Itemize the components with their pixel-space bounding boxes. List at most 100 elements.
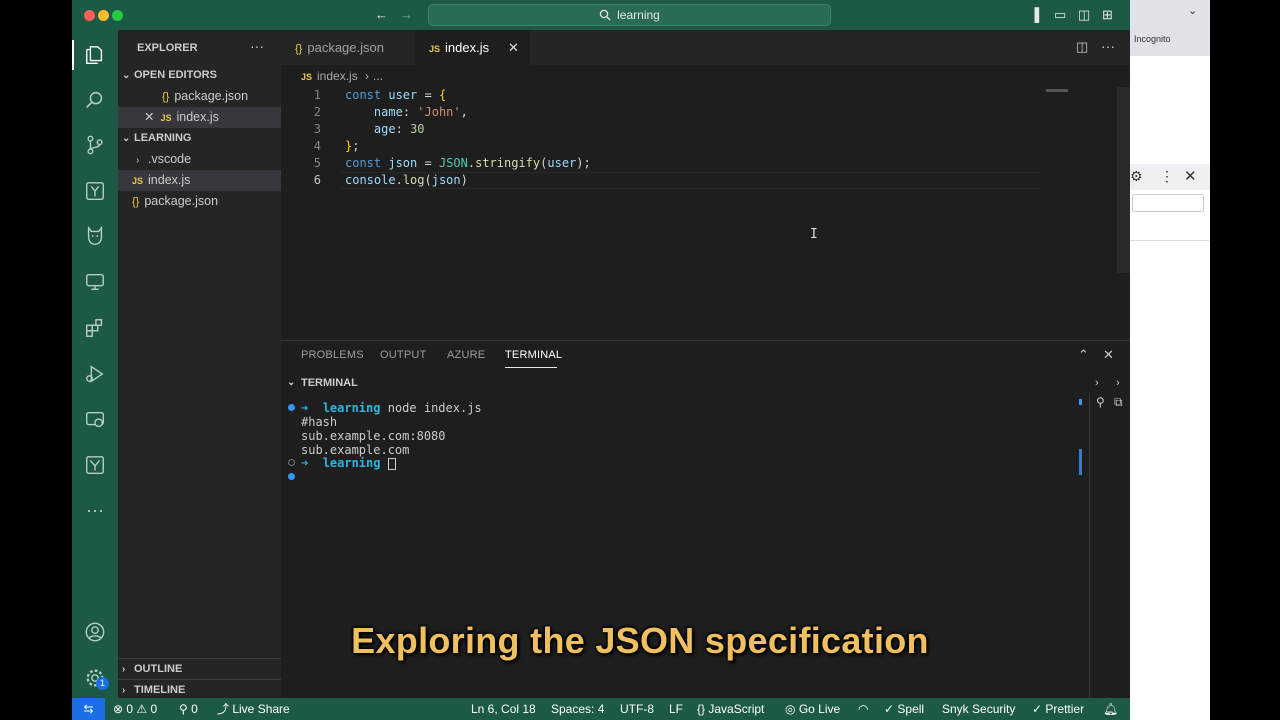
chevron-right-icon: ›	[122, 664, 126, 675]
tab-package-json[interactable]: {} package.json	[281, 30, 415, 65]
line-number: 1	[313, 88, 321, 102]
browser-input[interactable]	[1132, 194, 1204, 212]
browser-toolbar: ⌄ Incognito	[1130, 0, 1210, 56]
minimap[interactable]	[1046, 89, 1068, 92]
run-debug-icon[interactable]	[83, 362, 107, 386]
minimize-window-button[interactable]	[98, 10, 109, 21]
maximize-window-button[interactable]	[112, 10, 123, 21]
close-tab-icon[interactable]: ✕	[508, 30, 519, 65]
more-icon[interactable]: ···	[83, 498, 107, 522]
active-tab-underline	[505, 367, 557, 368]
vscode-window: ← → learning ▐ ▭ ◫ ⊞ ··· 1 EXPLORER ··· …	[72, 0, 1130, 720]
terminal-icon[interactable]: ⚲	[1096, 395, 1105, 409]
loading-icon: ◠	[858, 702, 869, 716]
open-editor-item-package-json[interactable]: {} package.json	[118, 86, 281, 107]
video-subtitle: Exploring the JSON specification	[351, 620, 929, 661]
tree-item-vscode[interactable]: › .vscode	[118, 149, 281, 170]
close-panel-icon[interactable]: ✕	[1103, 347, 1114, 363]
azure-repo-icon[interactable]	[83, 179, 107, 203]
open-editors-header[interactable]: ⌄ OPEN EDITORS	[118, 65, 281, 86]
terminal-command: node index.js	[387, 401, 482, 415]
maximize-panel-icon[interactable]: ⌃	[1078, 347, 1089, 363]
background-browser-window: ⌄ Incognito ⚙ ⋮ ✕	[1130, 0, 1210, 720]
notifications-bell-icon[interactable]: 🔔︎	[1103, 698, 1118, 720]
azure-icon[interactable]	[83, 453, 107, 477]
tab-azure[interactable]: AZURE	[447, 349, 485, 361]
tab-index-js[interactable]: JS index.js ✕	[415, 30, 530, 65]
spell-status[interactable]: ✓ Spell	[884, 698, 924, 720]
manage-gear-icon[interactable]: 1	[83, 666, 109, 690]
more-icon[interactable]: ⋮	[1160, 168, 1174, 185]
extension-mascot-icon[interactable]	[83, 224, 107, 248]
back-arrow-icon[interactable]: ←	[375, 7, 388, 22]
command-success-dot[interactable]	[288, 404, 295, 411]
command-center-search[interactable]: learning	[428, 4, 831, 26]
search-label: learning	[617, 8, 660, 22]
breadcrumb[interactable]: JS index.js ›...	[281, 65, 1130, 87]
gear-icon[interactable]: ⚙	[1130, 168, 1143, 185]
remote-indicator-icon[interactable]: ⇆	[72, 698, 105, 720]
problems-status[interactable]: ⊗ 0 ⚠ 0	[113, 698, 157, 720]
terminal-split-icon[interactable]: ⧉	[1114, 395, 1123, 410]
close-icon[interactable]: ✕	[144, 110, 154, 124]
folder-header-learning[interactable]: ⌄ LEARNING	[118, 128, 281, 149]
toggle-secondary-sidebar-icon[interactable]: ◫	[1078, 7, 1090, 23]
open-editor-item-index-js[interactable]: ✕ JS index.js	[118, 107, 281, 128]
chevron-down-icon: ⌄	[122, 133, 131, 144]
tree-item-package-json[interactable]: {} package.json	[118, 191, 281, 212]
toggle-panel-icon[interactable]: ▭	[1054, 7, 1066, 23]
prompt-dir: learning	[322, 401, 381, 415]
tree-item-index-js[interactable]: JS index.js	[118, 170, 281, 191]
live-share-button[interactable]: ⤴ Live Share	[217, 698, 290, 720]
close-window-button[interactable]	[84, 10, 95, 21]
source-control-icon[interactable]	[83, 133, 107, 157]
line-number: 5	[313, 156, 321, 170]
tab-terminal[interactable]: TERMINAL	[505, 349, 562, 361]
snyk-status[interactable]: Snyk Security	[942, 698, 1015, 720]
terminal-section-header[interactable]: ⌄ TERMINAL › ›	[281, 373, 1130, 393]
forward-arrow-icon[interactable]: →	[400, 7, 413, 22]
split-editor-icon[interactable]: ◫	[1076, 39, 1088, 55]
code-line-5: const json = JSON.stringify(user);	[345, 156, 591, 170]
editor-scrollbar[interactable]	[1117, 87, 1130, 273]
eol-status[interactable]: LF	[669, 698, 683, 720]
language-label: JavaScript	[708, 702, 765, 716]
extensions-icon[interactable]	[83, 316, 107, 340]
indentation-status[interactable]: Spaces: 4	[551, 698, 604, 720]
tree-item-label: .vscode	[148, 152, 192, 166]
cursor-position[interactable]: Ln 6, Col 18	[471, 698, 536, 720]
ports-status[interactable]: ⚲ 0	[179, 698, 198, 720]
explorer-icon[interactable]	[83, 43, 107, 67]
chevron-right-icon: ›	[136, 155, 140, 166]
live-share-label: Live Share	[232, 702, 290, 716]
language-mode[interactable]: {} JavaScript	[697, 698, 764, 720]
close-icon[interactable]: ✕	[1184, 167, 1197, 185]
terminal-output-line: sub.example.com:8080	[301, 429, 446, 443]
chevron-down-icon[interactable]: ⌄	[1188, 4, 1197, 17]
code-line-3: age: 30	[373, 122, 425, 136]
testing-icon[interactable]	[83, 408, 107, 432]
js-file-icon: JS	[132, 176, 144, 186]
editor-more-icon[interactable]: ···	[1101, 38, 1115, 54]
command-pending-dot[interactable]	[288, 459, 295, 466]
chevron-right-icon[interactable]: ›	[1095, 373, 1099, 393]
terminal-title: TERMINAL	[301, 377, 358, 389]
explorer-more-icon[interactable]: ···	[250, 38, 264, 54]
code-editor[interactable]: 1 2 3 4 5 6 const user = { name: 'John',…	[281, 87, 1130, 340]
code-line-2: name: 'John',	[373, 105, 468, 119]
timeline-header[interactable]: › TIMELINE	[118, 679, 281, 700]
go-live-button[interactable]: ◎ Go Live	[785, 698, 840, 720]
toggle-sidebar-icon[interactable]: ▐	[1030, 7, 1039, 22]
json-file-icon: {}	[132, 196, 140, 208]
chevron-right-icon[interactable]: ›	[1116, 373, 1120, 393]
json-file-icon: {}	[162, 91, 170, 103]
encoding-status[interactable]: UTF-8	[620, 698, 654, 720]
customize-layout-icon[interactable]: ⊞	[1102, 7, 1113, 23]
tab-output[interactable]: OUTPUT	[380, 349, 426, 361]
chevron-right-icon: ›	[365, 69, 370, 83]
remote-explorer-icon[interactable]	[83, 270, 107, 294]
line-number: 2	[313, 105, 321, 119]
prettier-status[interactable]: ✓ Prettier	[1032, 698, 1084, 720]
tab-problems[interactable]: PROBLEMS	[301, 349, 364, 361]
search-icon[interactable]	[83, 88, 107, 112]
